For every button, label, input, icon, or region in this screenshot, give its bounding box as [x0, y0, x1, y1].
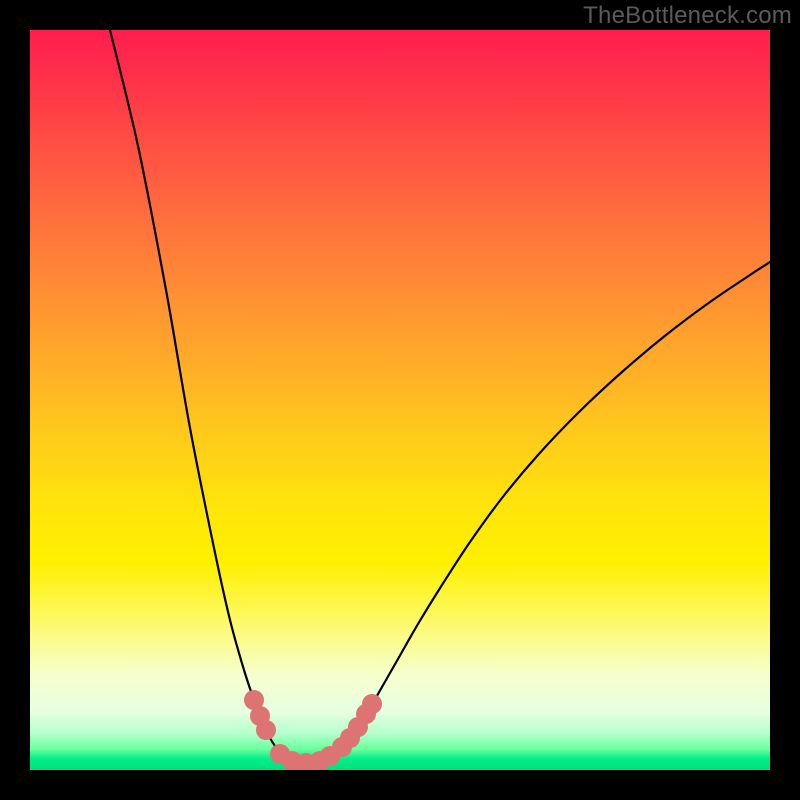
marker-dots: [244, 690, 382, 770]
watermark-text: TheBottleneck.com: [583, 2, 792, 30]
plot-area: [30, 30, 770, 770]
marker-dot: [362, 694, 382, 714]
marker-dot: [256, 720, 276, 740]
bottleneck-curve: [110, 30, 770, 763]
chart-root: TheBottleneck.com: [0, 0, 800, 800]
curve-layer: [30, 30, 770, 770]
